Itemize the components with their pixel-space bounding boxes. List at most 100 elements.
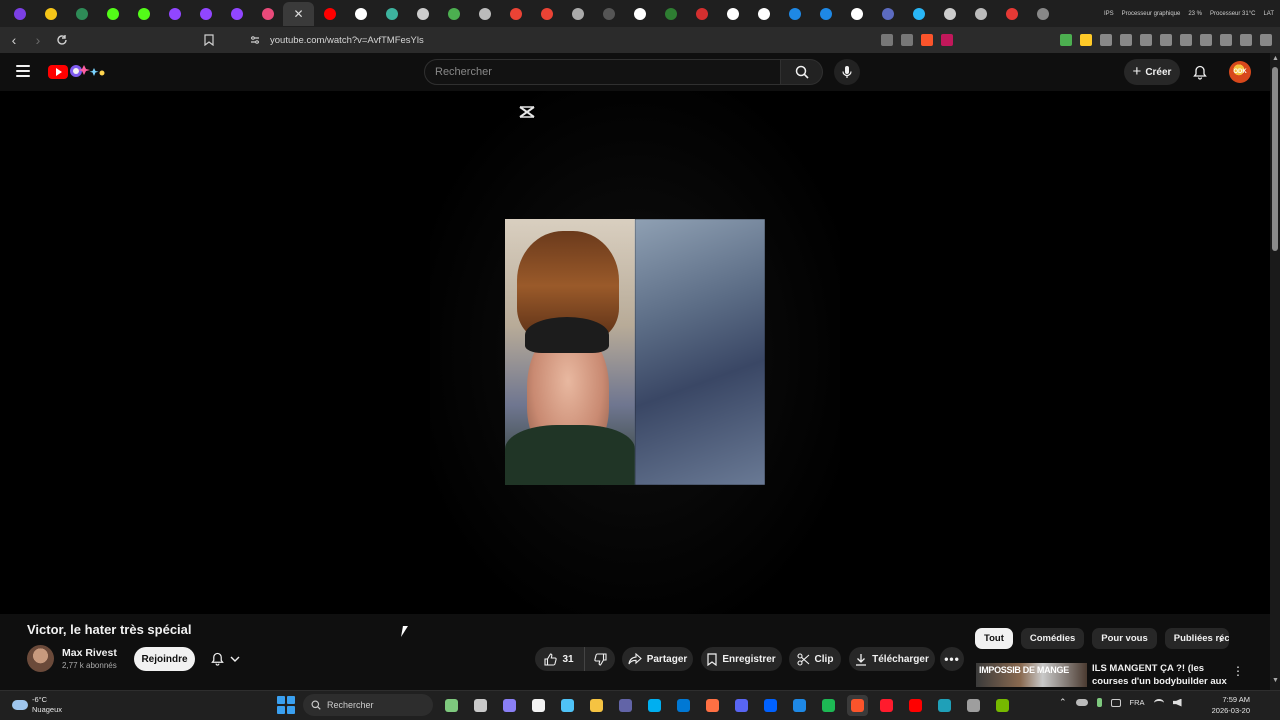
media-icon[interactable] bbox=[1160, 34, 1172, 46]
chips-next-button[interactable]: › bbox=[1219, 632, 1223, 646]
menu-icon[interactable] bbox=[1260, 34, 1272, 46]
app-opera-button[interactable] bbox=[876, 695, 897, 716]
site-settings-icon[interactable] bbox=[250, 35, 260, 45]
app-copilot-button[interactable] bbox=[499, 695, 520, 716]
notifications-button[interactable] bbox=[1190, 62, 1210, 82]
app-mail-button[interactable] bbox=[673, 695, 694, 716]
bookmark-icon[interactable] bbox=[204, 34, 214, 46]
forward-button[interactable]: › bbox=[28, 30, 48, 50]
app-task-view-button[interactable] bbox=[470, 695, 491, 716]
language-indicator[interactable]: FRA bbox=[1130, 698, 1145, 707]
app-widgets-button[interactable] bbox=[441, 695, 462, 716]
extension-icon[interactable] bbox=[1100, 34, 1112, 46]
browser-tab[interactable] bbox=[624, 2, 655, 26]
browser-tab[interactable] bbox=[500, 2, 531, 26]
chip-for-you[interactable]: Pour vous bbox=[1092, 628, 1157, 649]
app-notepad-button[interactable] bbox=[557, 695, 578, 716]
close-tab-icon[interactable]: ✕ bbox=[293, 7, 303, 21]
address-bar[interactable]: youtube.com/watch?v=AvfTMFesYls bbox=[204, 30, 963, 50]
browser-tab[interactable] bbox=[903, 2, 934, 26]
recommended-video-thumbnail[interactable]: IMPOSSIB DE MANGE bbox=[976, 663, 1087, 687]
browser-tab[interactable] bbox=[934, 2, 965, 26]
create-button[interactable]: + Créer bbox=[1124, 59, 1180, 85]
search-button[interactable] bbox=[781, 59, 823, 85]
browser-tab[interactable] bbox=[345, 2, 376, 26]
browser-tab[interactable] bbox=[128, 2, 159, 26]
download-button[interactable]: Télécharger bbox=[849, 647, 935, 671]
app-nvidia-button[interactable] bbox=[992, 695, 1013, 716]
browser-tab[interactable] bbox=[438, 2, 469, 26]
extension-icon[interactable] bbox=[1140, 34, 1152, 46]
app-app-orange-button[interactable] bbox=[702, 695, 723, 716]
chevron-up-icon[interactable]: ⌃ bbox=[1059, 697, 1067, 708]
browser-tab[interactable] bbox=[717, 2, 748, 26]
reload-button[interactable] bbox=[52, 30, 72, 50]
browser-tab[interactable] bbox=[965, 2, 996, 26]
app-settings-button[interactable] bbox=[963, 695, 984, 716]
scroll-up-icon[interactable]: ▲ bbox=[1272, 55, 1279, 62]
scrollbar-thumb[interactable] bbox=[1272, 67, 1278, 251]
share-button[interactable]: Partager bbox=[622, 647, 693, 671]
app-skype-button[interactable] bbox=[644, 695, 665, 716]
app-discord-button[interactable] bbox=[731, 695, 752, 716]
taskbar-search[interactable]: Rechercher bbox=[303, 694, 433, 716]
app-bluestacks-button[interactable] bbox=[789, 695, 810, 716]
extension-icon[interactable] bbox=[1080, 34, 1092, 46]
app-explorer-button[interactable] bbox=[586, 695, 607, 716]
weather-widget[interactable]: -6°C Nuageux bbox=[12, 695, 62, 715]
clip-button[interactable]: Clip bbox=[789, 647, 841, 671]
save-button[interactable]: Enregistrer bbox=[701, 647, 782, 671]
cast-icon[interactable] bbox=[881, 34, 893, 46]
browser-tab[interactable] bbox=[562, 2, 593, 26]
join-button[interactable]: Rejoindre bbox=[134, 647, 195, 671]
app-youtube-button[interactable] bbox=[905, 695, 926, 716]
subscription-bell-button[interactable] bbox=[200, 647, 250, 671]
back-button[interactable]: ‹ bbox=[4, 30, 24, 50]
voice-search-button[interactable] bbox=[834, 59, 860, 85]
chip-all[interactable]: Tout bbox=[975, 628, 1013, 649]
browser-tab[interactable] bbox=[314, 2, 345, 26]
leo-ai-icon[interactable] bbox=[1220, 34, 1232, 46]
browser-tab[interactable] bbox=[221, 2, 252, 26]
puzzle-icon[interactable] bbox=[1120, 34, 1132, 46]
brave-rewards-icon[interactable] bbox=[941, 34, 953, 46]
app-store-button[interactable] bbox=[528, 695, 549, 716]
browser-tab[interactable] bbox=[97, 2, 128, 26]
browser-tab[interactable] bbox=[779, 2, 810, 26]
microphone-icon[interactable] bbox=[1096, 698, 1102, 707]
active-tab[interactable]: ✕ bbox=[283, 1, 314, 26]
taskbar-clock[interactable]: 7:59 AM 2026-03-20 bbox=[1206, 694, 1250, 716]
browser-tab[interactable] bbox=[376, 2, 407, 26]
search-input[interactable] bbox=[424, 59, 781, 85]
browser-tab[interactable] bbox=[593, 2, 624, 26]
vpn-icon[interactable] bbox=[1240, 34, 1252, 46]
network-icon[interactable] bbox=[1110, 698, 1121, 707]
app-spotify-button[interactable] bbox=[818, 695, 839, 716]
wallet-icon[interactable] bbox=[1200, 34, 1212, 46]
like-button[interactable]: 31 bbox=[534, 647, 585, 671]
share-page-icon[interactable] bbox=[901, 34, 913, 46]
browser-tab[interactable] bbox=[4, 2, 35, 26]
brave-shields-icon[interactable] bbox=[921, 34, 933, 46]
menu-button[interactable] bbox=[16, 65, 30, 77]
browser-tab[interactable] bbox=[66, 2, 97, 26]
chip-comedies[interactable]: Comédies bbox=[1020, 628, 1085, 649]
account-avatar[interactable]: ODK bbox=[1229, 61, 1251, 83]
extension-icon[interactable] bbox=[1060, 34, 1072, 46]
browser-tab[interactable] bbox=[686, 2, 717, 26]
browser-tab[interactable] bbox=[252, 2, 283, 26]
youtube-logo-icon[interactable] bbox=[48, 65, 68, 79]
app-teams-button[interactable] bbox=[615, 695, 636, 716]
browser-tab[interactable] bbox=[841, 2, 872, 26]
browser-tab[interactable] bbox=[748, 2, 779, 26]
channel-name[interactable]: Max Rivest bbox=[62, 647, 117, 659]
app-dropbox-button[interactable] bbox=[760, 695, 781, 716]
dislike-button[interactable] bbox=[585, 647, 616, 671]
app-edge-button[interactable] bbox=[934, 695, 955, 716]
browser-tab[interactable] bbox=[655, 2, 686, 26]
youtube-doodle-icon[interactable] bbox=[70, 62, 106, 80]
channel-avatar[interactable] bbox=[27, 645, 54, 672]
more-actions-button[interactable]: ••• bbox=[940, 647, 964, 671]
browser-tab[interactable] bbox=[407, 2, 438, 26]
scroll-down-icon[interactable]: ▼ bbox=[1272, 677, 1279, 684]
